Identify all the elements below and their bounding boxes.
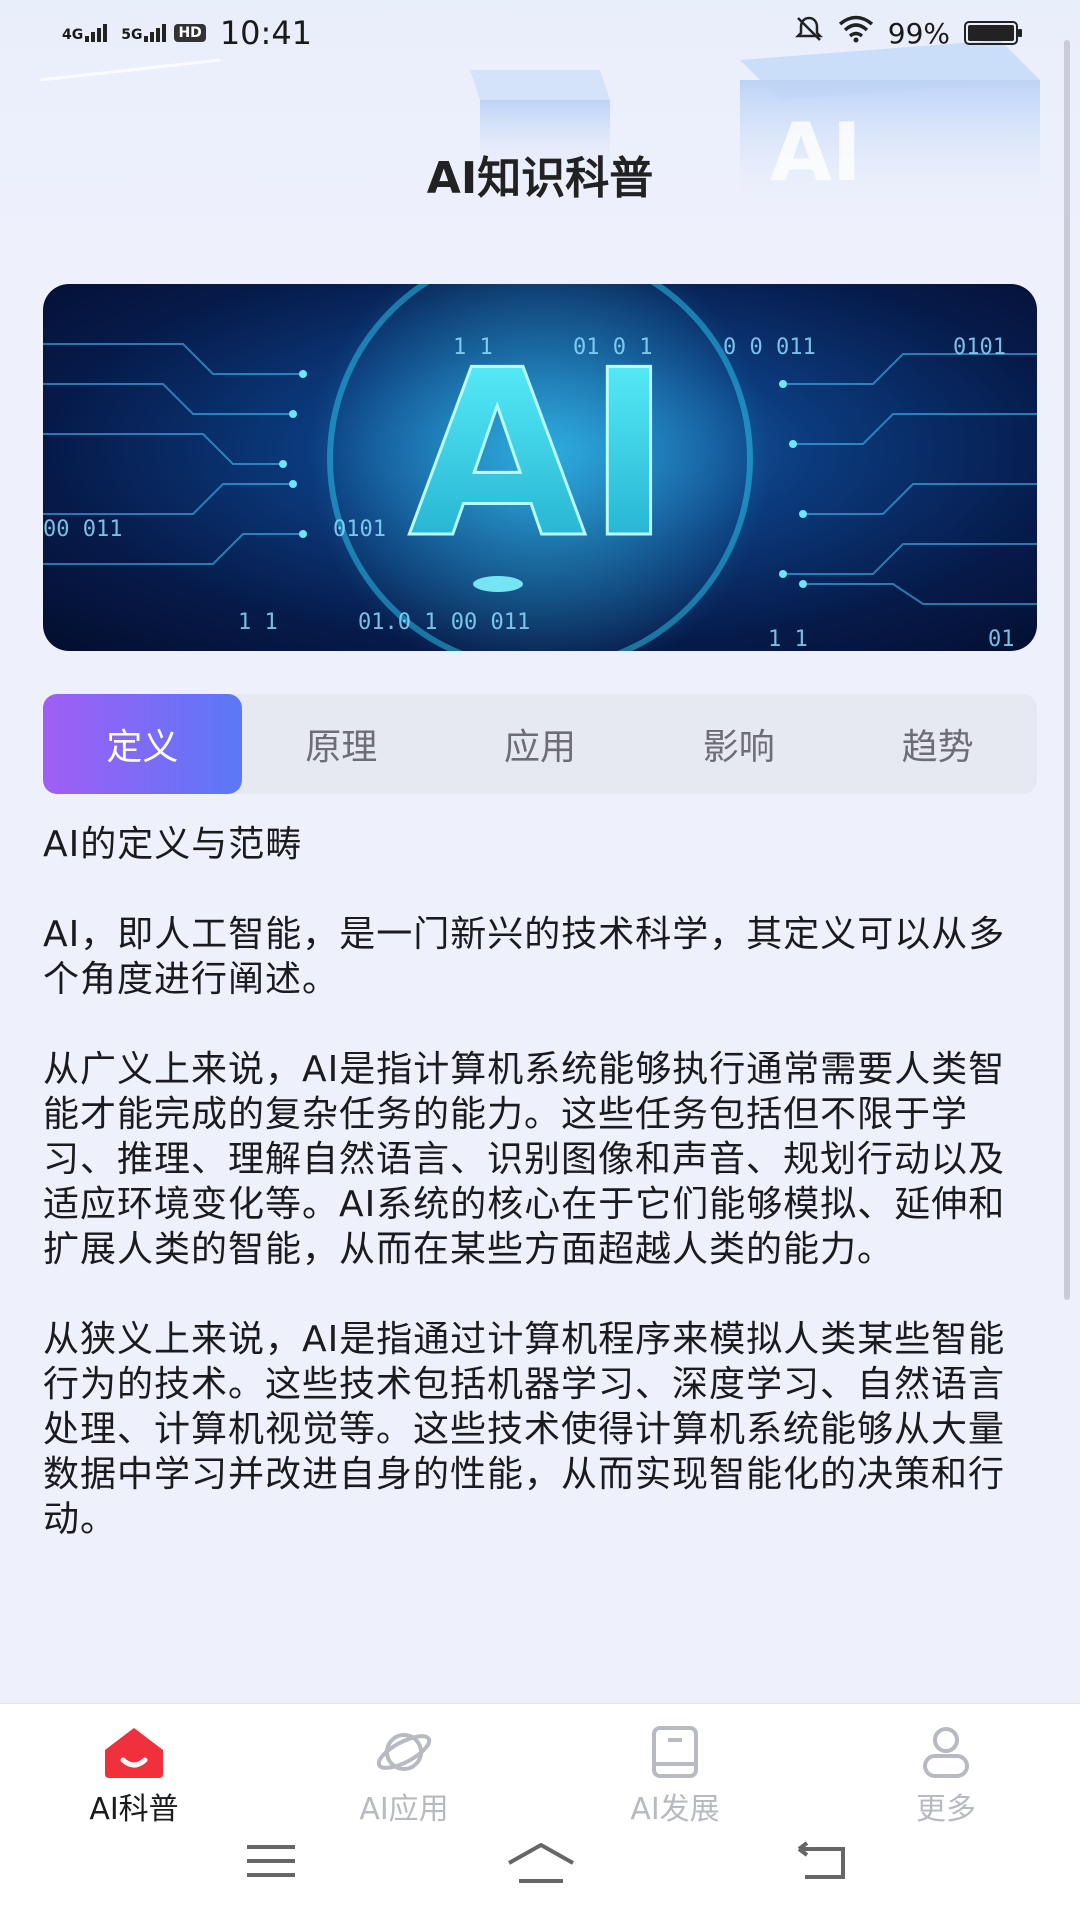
tab-definition[interactable]: 定义 [43, 694, 242, 794]
binary-text-6: 0101 [333, 517, 386, 542]
tab-trend[interactable]: 趋势 [838, 694, 1037, 794]
nav-label: AI发展 [630, 1792, 720, 1827]
menu-icon[interactable] [245, 1841, 297, 1885]
banner-ai-text: AI [408, 322, 672, 589]
status-bar: 4G 5G HD 10:41 99% [0, 0, 1080, 66]
bottom-navigation: AI科普 AI应用 AI发展 更多 [0, 1703, 1080, 1921]
nav-label: AI科普 [89, 1792, 179, 1827]
binary-text-9: 1 1 [768, 627, 808, 651]
page-title: AI知识科普 [426, 153, 654, 204]
article-paragraph: 从广义上来说，AI是指计算机系统能够执行通常需要人类智能才能完成的复杂任务的能力… [43, 1049, 1006, 1270]
system-navigation [0, 1841, 1080, 1901]
article-paragraph: 从狭义上来说，AI是指通过计算机程序来模拟人类某些智能行为的技术。这些技术包括机… [43, 1319, 1006, 1540]
planet-icon [376, 1733, 432, 1771]
article-content: AI的定义与范畴 AI，即人工智能，是一门新兴的技术科学，其定义可以从多个角度进… [43, 822, 1037, 1587]
status-time: 10:41 [219, 14, 313, 52]
category-tabs: 定义 原理 应用 影响 趋势 [43, 694, 1037, 794]
home-icon [105, 1728, 163, 1778]
nav-label: AI应用 [359, 1792, 449, 1827]
scrollbar[interactable] [1064, 40, 1070, 1300]
battery-percent: 99% [887, 16, 950, 50]
battery-icon [964, 21, 1022, 45]
binary-text-4: 0101 [953, 335, 1006, 360]
binary-text-10: 01 [988, 627, 1015, 651]
article-heading: AI的定义与范畴 [43, 824, 303, 865]
back-icon[interactable] [795, 1841, 851, 1885]
nav-ai-development[interactable]: AI发展 [575, 1724, 775, 1828]
binary-text-5: 00 011 [43, 517, 122, 542]
home-system-icon[interactable] [505, 1841, 577, 1889]
binary-text-3: 0 0 011 [723, 335, 816, 360]
network-5g-icon: 5G [121, 24, 167, 42]
mute-bell-icon [794, 14, 824, 52]
network-4g-icon: 4G [62, 24, 108, 42]
tab-application[interactable]: 应用 [441, 694, 640, 794]
book-icon [652, 1726, 698, 1778]
binary-text-8: 01.0 1 00 011 [358, 610, 530, 635]
tab-impact[interactable]: 影响 [639, 694, 838, 794]
wifi-icon [838, 15, 874, 51]
article-paragraph: AI，即人工智能，是一门新兴的技术科学，其定义可以从多个角度进行阐述。 [43, 914, 1006, 1000]
nav-ai-application[interactable]: AI应用 [304, 1724, 504, 1828]
tab-principle[interactable]: 原理 [242, 694, 441, 794]
person-icon [923, 1727, 969, 1778]
nav-label: 更多 [916, 1792, 976, 1827]
hd-icon: HD [174, 24, 206, 42]
binary-text-7: 1 1 [238, 610, 278, 635]
ai-banner-image: 1 1 01 0 1 0 0 011 0101 00 011 0101 1 1 … [43, 284, 1037, 651]
nav-ai-science[interactable]: AI科普 [34, 1724, 234, 1828]
nav-more[interactable]: 更多 [846, 1724, 1046, 1828]
